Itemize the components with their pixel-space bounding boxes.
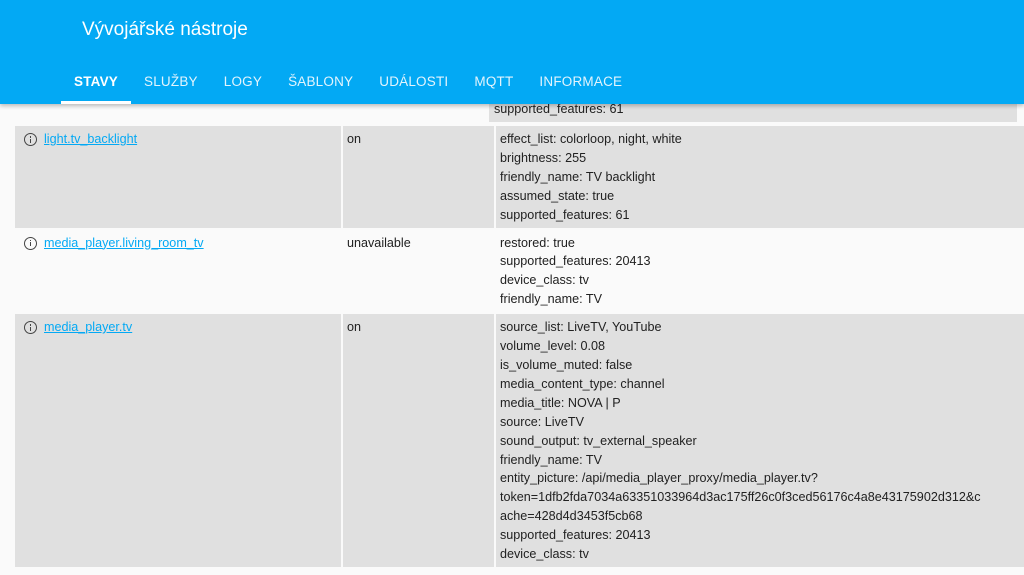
attribute-line: supported_features: 61 (494, 104, 624, 116)
entity-link[interactable]: media_player.living_room_tv (44, 234, 204, 253)
state-cell: on (343, 314, 494, 567)
attribute-line: ache=428d4d3453f5cb68 (500, 509, 643, 524)
tab-sluzby[interactable]: SLUŽBY (131, 66, 211, 104)
attribute-line: friendly_name: TV backlight (500, 169, 656, 184)
attribute-line: supported_features: 20413 (500, 528, 651, 543)
entity-link[interactable]: light.tv_backlight (44, 130, 137, 149)
attribute-line: supported_features: 20413 (500, 254, 651, 269)
table-row: media_player.tv on source_list: LiveTV, Yo… (15, 314, 1024, 567)
attributes-cell: restored: true supported_features: 20413 d… (496, 230, 1024, 313)
entity-wrapper: media_player.tv (19, 318, 337, 337)
attribute-line: friendly_name: TV (500, 452, 602, 467)
attribute-line: entity_picture: /api/media_player_proxy/… (500, 471, 818, 486)
tab-informace[interactable]: INFORMACE (526, 66, 635, 104)
attribute-line: friendly_name: TV (500, 292, 602, 307)
info-icon[interactable] (24, 236, 37, 250)
state-cell: on (343, 126, 494, 228)
states-content[interactable]: supported_features: 61 light.tv_backligh… (0, 104, 1024, 575)
attribute-line: volume_level: 0.08 (500, 339, 606, 354)
table-row: media_player.living_room_tv unavailable re… (15, 230, 1024, 313)
attribute-line: restored: true (500, 235, 575, 250)
tab-stavy[interactable]: STAVY (61, 66, 132, 104)
table-row: light.tv_backlight on effect_list: colorlo… (15, 126, 1024, 228)
attribute-line: device_class: tv (500, 547, 589, 562)
entity-cell: media_player.living_room_tv (15, 230, 341, 313)
entities-table: light.tv_backlight on effect_list: colorlo… (13, 124, 1024, 569)
attribute-line: media_title: NOVA | P (500, 395, 621, 410)
info-icon[interactable] (24, 133, 37, 146)
attributes-cell: source_list: LiveTV, YouTube volume_level… (496, 314, 1024, 567)
entity-cell: light.tv_backlight (15, 126, 341, 228)
attribute-line: assumed_state: true (500, 188, 615, 203)
attribute-line: device_class: tv (500, 273, 589, 288)
info-icon[interactable] (24, 321, 37, 335)
page-title: Vývojářské nástroje (82, 19, 248, 40)
tab-mqtt[interactable]: MQTT (461, 66, 526, 104)
app-header: Vývojářské nástroje STAVY SLUŽBY LOGY ŠA… (0, 0, 1024, 104)
attribute-line: brightness: 255 (500, 150, 587, 165)
attribute-line: is_volume_muted: false (500, 357, 633, 372)
attribute-line: effect_list: colorloop, night, white (500, 132, 682, 146)
attribute-line: sound_output: tv_external_speaker (500, 433, 697, 448)
attributes-cell: effect_list: colorloop, night, white brig… (496, 126, 1024, 228)
partial-attributes-cell: supported_features: 61 (489, 104, 1017, 122)
tab-bar: STAVY SLUŽBY LOGY ŠABLONY UDÁLOSTI MQTT … (61, 66, 635, 104)
attribute-line: supported_features: 61 (500, 207, 630, 222)
state-cell: unavailable (347, 235, 411, 250)
tab-udalosti[interactable]: UDÁLOSTI (366, 66, 461, 104)
entity-wrapper: light.tv_backlight (19, 130, 337, 149)
entity-link[interactable]: media_player.tv (44, 318, 132, 337)
tab-logy[interactable]: LOGY (211, 66, 275, 104)
entity-wrapper: media_player.living_room_tv (19, 234, 337, 253)
attribute-line: media_content_type: channel (500, 376, 665, 391)
entity-cell: media_player.tv (15, 314, 341, 567)
attribute-line: token=1dfb2fda7034a63351033964d3ac175ff2… (500, 490, 981, 505)
attribute-line: source: LiveTV (500, 414, 584, 429)
tab-sablony[interactable]: ŠABLONY (275, 66, 366, 104)
attribute-line: source_list: LiveTV, YouTube (500, 320, 662, 335)
